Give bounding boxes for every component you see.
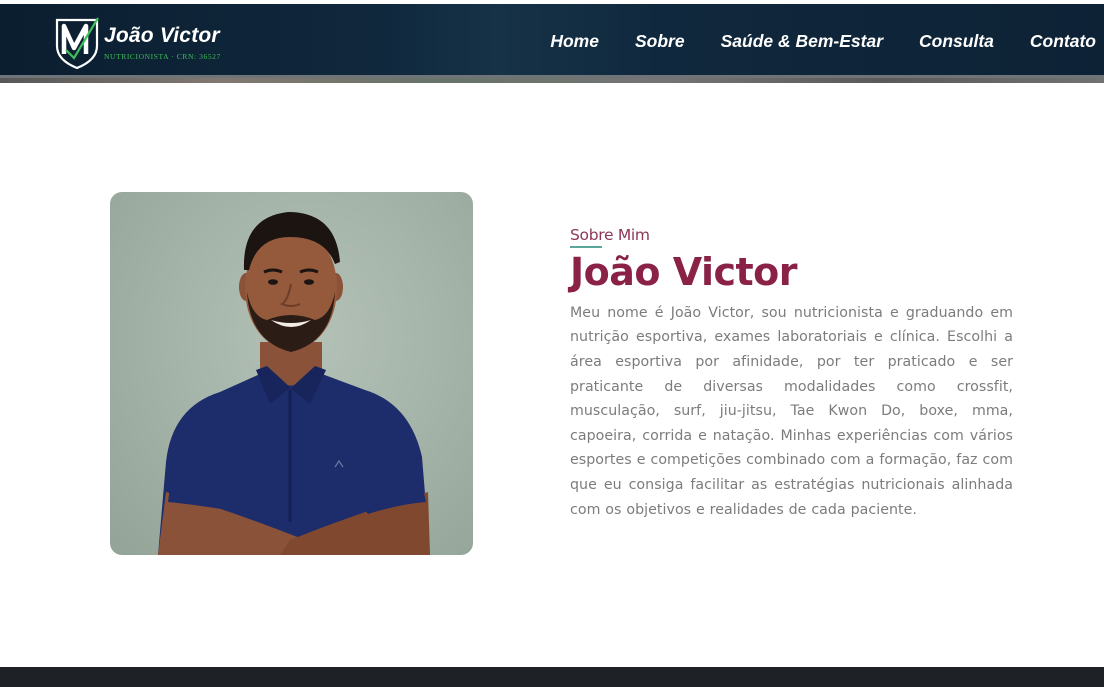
- logo-name: João Victor: [104, 24, 220, 47]
- hero-image-strip: [0, 78, 1104, 83]
- main-nav: Home Sobre Saúde & Bem-Estar Consulta Co…: [514, 4, 1096, 78]
- nav-sobre[interactable]: Sobre: [635, 31, 685, 52]
- profile-photo: [110, 192, 473, 555]
- site-header: João Victor NUTRICIONISTA · CRN: 36527 H…: [0, 4, 1104, 78]
- logo-subtitle: NUTRICIONISTA · CRN: 36527: [104, 52, 221, 61]
- about-kicker: Sobre Mim: [570, 226, 650, 244]
- about-title: João Victor: [570, 250, 798, 294]
- nav-home[interactable]: Home: [550, 31, 599, 52]
- nav-contato[interactable]: Contato: [1030, 31, 1096, 52]
- profile-portrait-illustration: [158, 212, 430, 555]
- site-footer: [0, 667, 1104, 687]
- about-section: Sobre Mim João Victor Meu nome é João Vi…: [570, 226, 1013, 522]
- logo[interactable]: João Victor NUTRICIONISTA · CRN: 36527: [52, 14, 242, 70]
- about-bio: Meu nome é João Victor, sou nutricionist…: [570, 304, 1013, 518]
- logo-shield-icon: [55, 17, 99, 70]
- kicker-underline: [570, 246, 602, 248]
- nav-consulta[interactable]: Consulta: [919, 31, 994, 52]
- nav-saude-bem-estar[interactable]: Saúde & Bem-Estar: [721, 31, 883, 52]
